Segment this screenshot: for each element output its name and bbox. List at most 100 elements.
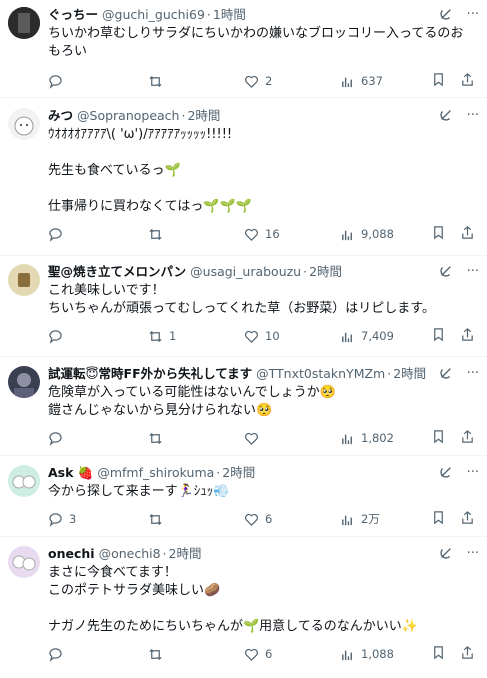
more-icon[interactable]: ··· [467, 264, 479, 282]
reply-tweet[interactable]: ··· onechi @onechi8 · 2時間 まさに今食べてます！ このポ… [0, 537, 487, 678]
timestamp[interactable]: 2時間 [187, 108, 220, 124]
views-button[interactable]: 637 [340, 74, 383, 89]
bookmark-icon[interactable] [431, 510, 446, 528]
share-icon[interactable] [460, 72, 475, 90]
reply-tweet[interactable]: ··· みつ @Sopranopeach · 2時間 ｳｵｵｵｵｱｱｱｱ\( '… [0, 98, 487, 256]
views-button[interactable]: 1,802 [340, 431, 394, 446]
share-icon[interactable] [460, 225, 475, 243]
like-button[interactable]: 10 [244, 329, 340, 344]
share-icon[interactable] [460, 327, 475, 345]
bookmark-icon[interactable] [431, 327, 446, 345]
retweet-button[interactable] [148, 431, 244, 446]
tweet-text: ｳｵｵｵｵｱｱｱｱ\( 'ω')/ｱｱｱｱｱｯｯｯｯ!!!!! 先生も食べている… [48, 127, 252, 214]
reply-button[interactable] [48, 431, 148, 446]
display-name[interactable]: ぐっちー [48, 7, 98, 23]
more-icon[interactable]: ··· [467, 108, 479, 126]
retweet-button[interactable] [148, 647, 244, 662]
bookmark-icon[interactable] [431, 645, 446, 663]
retweet-button[interactable]: 1 [148, 329, 244, 344]
share-icon[interactable] [460, 645, 475, 663]
separator: · [162, 546, 167, 561]
like-count: 2 [265, 74, 273, 88]
user-handle[interactable]: @usagi_urabouzu [190, 264, 301, 280]
views-icon [342, 77, 352, 87]
views-button[interactable]: 7,409 [340, 329, 394, 344]
user-handle[interactable]: @guchi_guchi69 [102, 7, 205, 23]
avatar[interactable] [8, 264, 40, 296]
views-button[interactable]: 2万 [340, 511, 380, 527]
like-button[interactable]: 6 [244, 647, 340, 662]
grok-icon[interactable] [439, 366, 453, 384]
more-icon[interactable]: ··· [467, 546, 479, 564]
like-count: 6 [265, 647, 273, 661]
user-handle[interactable]: @onechi8 [99, 546, 161, 562]
like-button[interactable]: 6 [244, 512, 340, 527]
reply-tweet[interactable]: ··· ぐっちー @guchi_guchi69 · 1時間 ちいかわ草むしりサラ… [0, 0, 487, 98]
heart-icon [245, 228, 258, 241]
reply-tweet[interactable]: ··· 聖@焼き立てメロンパン @usagi_urabouzu · 2時間 これ… [0, 256, 487, 357]
timestamp[interactable]: 2時間 [222, 465, 255, 481]
grok-icon[interactable] [439, 546, 453, 564]
like-button[interactable]: 16 [244, 227, 340, 242]
views-button[interactable]: 9,088 [340, 227, 394, 242]
reply-button[interactable] [48, 227, 148, 242]
views-icon [342, 434, 352, 444]
more-icon[interactable]: ··· [467, 7, 479, 25]
tweet-header: onechi @onechi8 · 2時間 [48, 546, 475, 562]
user-handle[interactable]: @TTnxt0staknYMZm [256, 366, 385, 382]
reply-button[interactable]: 3 [48, 512, 148, 527]
timestamp[interactable]: 2時間 [393, 366, 426, 382]
reply-icon [49, 512, 62, 527]
reply-button[interactable] [48, 74, 148, 89]
grok-icon[interactable] [439, 7, 453, 25]
display-name[interactable]: 試運転😇常時FF外から失礼してます [48, 366, 252, 382]
like-button[interactable]: 2 [244, 74, 340, 89]
avatar[interactable] [8, 366, 40, 398]
display-name[interactable]: みつ [48, 108, 73, 124]
avatar[interactable] [8, 7, 40, 39]
retweet-button[interactable] [148, 74, 244, 89]
share-icon[interactable] [460, 510, 475, 528]
user-handle[interactable]: @Sopranopeach [77, 108, 179, 124]
action-bar: 1 10 7,409 [48, 328, 475, 344]
reply-feed: ··· ぐっちー @guchi_guchi69 · 1時間 ちいかわ草むしりサラ… [0, 0, 487, 678]
reply-tweet[interactable]: ··· Ask 🍓 @mfmf_shirokuma · 2時間 今から探して来ま… [0, 456, 487, 537]
reply-tweet[interactable]: ··· 試運転😇常時FF外から失礼してます @TTnxt0staknYMZm ·… [0, 357, 487, 456]
timestamp[interactable]: 2時間 [169, 546, 202, 562]
reply-icon [49, 74, 62, 89]
more-icon[interactable]: ··· [467, 465, 479, 483]
bookmark-icon[interactable] [431, 225, 446, 243]
reply-icon [49, 329, 62, 344]
reply-button[interactable] [48, 647, 148, 662]
bookmark-icon[interactable] [431, 72, 446, 90]
separator: · [216, 465, 221, 480]
share-icon[interactable] [460, 429, 475, 447]
display-name[interactable]: Ask 🍓 [48, 465, 93, 481]
display-name[interactable]: onechi [48, 546, 95, 562]
retweet-icon [149, 432, 162, 444]
views-button[interactable]: 1,088 [340, 647, 394, 662]
tweet-text: 危険草が入っている可能性はないんでしょうか🥺 鎧さんじゃないから見分けられない🥺 [48, 385, 336, 418]
like-button[interactable] [244, 431, 340, 446]
user-handle[interactable]: @mfmf_shirokuma [97, 465, 214, 481]
retweet-button[interactable] [148, 512, 244, 527]
bookmark-icon[interactable] [431, 429, 446, 447]
avatar[interactable] [8, 465, 40, 497]
retweet-button[interactable] [148, 227, 244, 242]
heart-icon [245, 513, 258, 526]
view-count: 7,409 [361, 329, 394, 343]
grok-icon[interactable] [439, 264, 453, 282]
views-icon [342, 332, 352, 342]
grok-icon[interactable] [439, 465, 453, 483]
timestamp[interactable]: 1時間 [213, 7, 246, 23]
avatar[interactable] [8, 108, 40, 140]
view-count: 637 [361, 74, 383, 88]
display-name[interactable]: 聖@焼き立てメロンパン [48, 264, 186, 280]
separator: · [181, 108, 186, 123]
grok-icon[interactable] [439, 108, 453, 126]
timestamp[interactable]: 2時間 [309, 264, 342, 280]
avatar[interactable] [8, 546, 40, 578]
reply-button[interactable] [48, 329, 148, 344]
action-bar: 3 6 2万 [48, 511, 475, 527]
more-icon[interactable]: ··· [467, 366, 479, 384]
